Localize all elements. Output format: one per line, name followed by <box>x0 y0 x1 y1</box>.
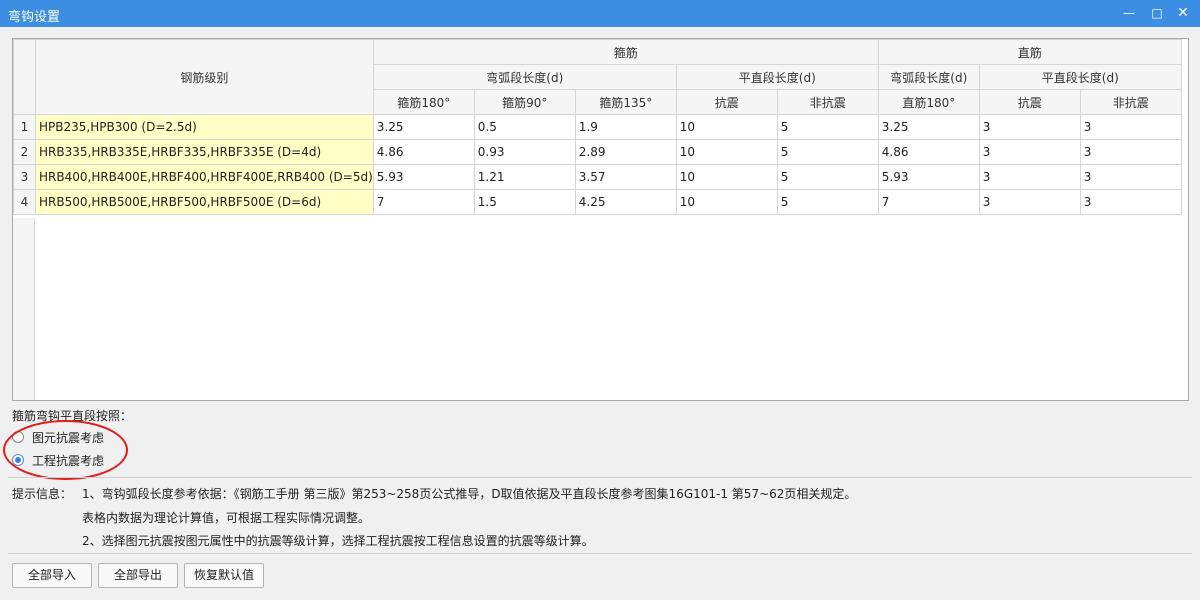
value-cell[interactable]: 3 <box>1079 114 1182 140</box>
row-number: 1 <box>13 114 36 140</box>
header-straight-flat: 平直段长度(d) <box>978 64 1182 90</box>
hint-label: 提示信息： <box>12 487 73 501</box>
value-cell[interactable]: 2.89 <box>574 139 677 165</box>
hook-basis-label: 箍筋弯钩平直段按照： <box>12 409 133 423</box>
value-cell[interactable]: 4.25 <box>574 189 677 215</box>
radio-checked-icon[interactable] <box>12 454 24 466</box>
header-s135: 箍筋135° <box>574 89 677 115</box>
header-grade: 钢筋级别 <box>35 39 374 115</box>
hint-line-2: 表格内数据为理论计算值，可根据工程实际情况调整。 <box>82 511 371 525</box>
row-number: 3 <box>13 164 36 190</box>
hint-line-1: 1、弯钩弧段长度参考依据：《钢筋工手册 第三版》第253~258页公式推导，D取… <box>82 487 857 501</box>
hint-line-3: 2、选择图元抗震按图元属性中的抗震等级计算，选择工程抗震按工程信息设置的抗震等级… <box>82 534 594 548</box>
header-straight: 直筋 <box>877 39 1182 65</box>
table-row: 3 HRB400,HRB400E,HRBF400,HRBF400E,RRB400… <box>13 164 1182 190</box>
value-cell[interactable]: 3.57 <box>574 164 677 190</box>
export-all-button[interactable]: 全部导出 <box>98 563 178 588</box>
radio-unchecked-icon[interactable] <box>12 431 24 443</box>
table-row: 4 HRB500,HRB500E,HRBF500,HRBF500E (D=6d)… <box>13 189 1182 215</box>
table-row: 2 HRB335,HRB335E,HRBF335,HRBF335E (D=4d)… <box>13 139 1182 165</box>
value-cell[interactable]: 3.25 <box>372 114 475 140</box>
value-cell[interactable]: 5 <box>776 164 879 190</box>
radio-project-seismic-label[interactable]: 工程抗震考虑 <box>32 452 104 469</box>
import-all-button[interactable]: 全部导入 <box>12 563 92 588</box>
header-d180: 直筋180° <box>877 89 980 115</box>
close-icon[interactable]: ✕ <box>1172 3 1194 23</box>
value-cell[interactable]: 1.5 <box>473 189 576 215</box>
value-cell[interactable]: 4.86 <box>372 139 475 165</box>
separator-top <box>8 477 1192 478</box>
value-cell[interactable]: 10 <box>675 164 778 190</box>
value-cell[interactable]: 5 <box>776 139 879 165</box>
value-cell[interactable]: 3 <box>978 164 1081 190</box>
header-straight-arc: 弯弧段长度(d) <box>877 64 980 90</box>
grade-cell[interactable]: HRB335,HRB335E,HRBF335,HRBF335E (D=4d) <box>35 139 374 165</box>
title-bar: 弯钩设置 — □ ✕ <box>0 0 1200 27</box>
hook-table: 钢筋级别 箍筋 直筋 弯弧段长度(d) 平直段长度(d) 弯弧段长度(d) 平直… <box>13 39 1182 215</box>
value-cell[interactable]: 1.9 <box>574 114 677 140</box>
table-row: 1 HPB235,HPB300 (D=2.5d) 3.25 0.5 1.9 10… <box>13 114 1182 140</box>
restore-default-button[interactable]: 恢复默认值 <box>184 563 264 588</box>
corner-cell <box>13 39 36 115</box>
header-stirrup: 箍筋 <box>372 39 879 65</box>
value-cell[interactable]: 4.86 <box>877 139 980 165</box>
row-number: 4 <box>13 189 36 215</box>
value-cell[interactable]: 10 <box>675 114 778 140</box>
value-cell[interactable]: 7 <box>877 189 980 215</box>
minimize-icon[interactable]: — <box>1118 3 1140 23</box>
row-header-stub <box>13 218 35 400</box>
row-number: 2 <box>13 139 36 165</box>
separator-bottom <box>8 553 1192 554</box>
header-straight-nonseismic: 非抗震 <box>1079 89 1182 115</box>
value-cell[interactable]: 1.21 <box>473 164 576 190</box>
grade-cell[interactable]: HRB400,HRB400E,HRBF400,HRBF400E,RRB400 (… <box>35 164 374 190</box>
header-stirrup-flat: 平直段长度(d) <box>675 64 879 90</box>
header-s90: 箍筋90° <box>473 89 576 115</box>
value-cell[interactable]: 7 <box>372 189 475 215</box>
maximize-icon[interactable]: □ <box>1146 3 1168 23</box>
header-s180: 箍筋180° <box>372 89 475 115</box>
window-title: 弯钩设置 <box>8 10 61 25</box>
value-cell[interactable]: 0.5 <box>473 114 576 140</box>
value-cell[interactable]: 3 <box>1079 189 1182 215</box>
hook-settings-grid: 钢筋级别 箍筋 直筋 弯弧段长度(d) 平直段长度(d) 弯弧段长度(d) 平直… <box>12 38 1189 401</box>
value-cell[interactable]: 10 <box>675 189 778 215</box>
value-cell[interactable]: 3 <box>1079 164 1182 190</box>
radio-element-seismic-label[interactable]: 图元抗震考虑 <box>32 429 104 446</box>
value-cell[interactable]: 3 <box>978 139 1081 165</box>
value-cell[interactable]: 3 <box>1079 139 1182 165</box>
value-cell[interactable]: 3.25 <box>877 114 980 140</box>
value-cell[interactable]: 3 <box>978 114 1081 140</box>
value-cell[interactable]: 5 <box>776 189 879 215</box>
value-cell[interactable]: 5.93 <box>877 164 980 190</box>
value-cell[interactable]: 5 <box>776 114 879 140</box>
header-nonseismic: 非抗震 <box>776 89 879 115</box>
radio-project-seismic[interactable]: 工程抗震考虑 <box>12 451 104 469</box>
header-seismic: 抗震 <box>675 89 778 115</box>
radio-element-seismic[interactable]: 图元抗震考虑 <box>12 428 104 446</box>
header-stirrup-arc: 弯弧段长度(d) <box>372 64 677 90</box>
header-straight-seismic: 抗震 <box>978 89 1081 115</box>
value-cell[interactable]: 0.93 <box>473 139 576 165</box>
value-cell[interactable]: 3 <box>978 189 1081 215</box>
grade-cell[interactable]: HPB235,HPB300 (D=2.5d) <box>35 114 374 140</box>
grade-cell[interactable]: HRB500,HRB500E,HRBF500,HRBF500E (D=6d) <box>35 189 374 215</box>
value-cell[interactable]: 5.93 <box>372 164 475 190</box>
value-cell[interactable]: 10 <box>675 139 778 165</box>
